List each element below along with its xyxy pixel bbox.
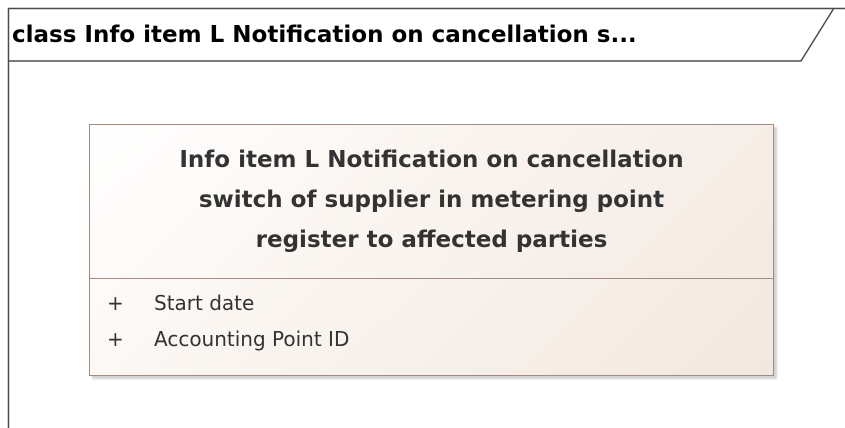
attribute-visibility: +: [107, 327, 124, 351]
class-name-line: register to affected parties: [255, 226, 608, 253]
attribute-name: Accounting Point ID: [154, 327, 350, 351]
class-element[interactable]: Info item L Notification on cancellation…: [89, 124, 774, 376]
class-name-compartment: Info item L Notification on cancellation…: [90, 125, 773, 279]
attribute-row[interactable]: + Accounting Point ID: [90, 321, 773, 357]
attribute-row[interactable]: + Start date: [90, 285, 773, 321]
class-name-line: switch of supplier in metering point: [198, 186, 665, 213]
attribute-name: Start date: [154, 291, 255, 315]
attribute-compartment: + Start date + Accounting Point ID: [90, 285, 773, 357]
class-name-line: Info item L Notification on cancellation: [179, 146, 684, 173]
diagram-canvas: class Info item L Notification on cancel…: [0, 0, 845, 428]
attribute-visibility: +: [107, 291, 124, 315]
frame-title: class Info item L Notification on cancel…: [12, 22, 637, 48]
